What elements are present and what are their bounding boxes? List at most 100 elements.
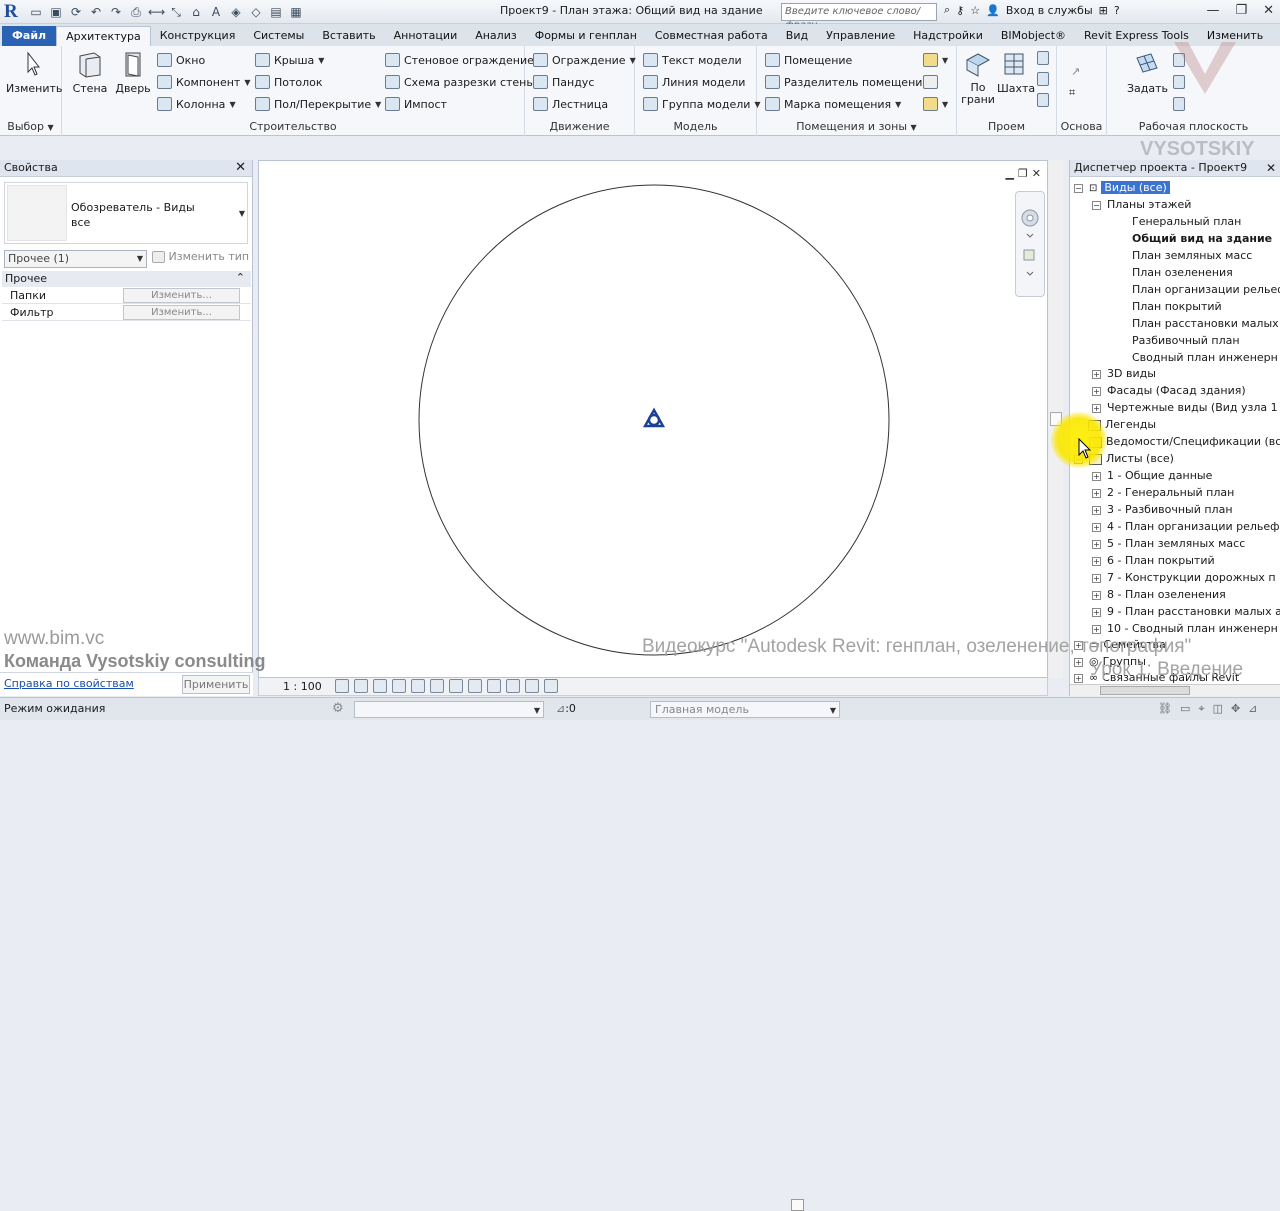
switch-windows-icon[interactable]: ▦ <box>288 4 304 20</box>
tree-item-plan[interactable]: План расстановки малых <box>1132 316 1279 332</box>
tree-node-views[interactable]: − ⊡ Виды (все) <box>1074 180 1170 196</box>
window-button[interactable]: Окно <box>157 51 205 69</box>
revit-logo-icon[interactable]: R <box>4 2 20 22</box>
visual-style-icon[interactable] <box>354 679 368 693</box>
select-pinned-icon[interactable]: ⌖ <box>1198 702 1204 716</box>
tab-view[interactable]: Вид <box>777 26 817 46</box>
tab-annotate[interactable]: Аннотации <box>385 26 467 46</box>
tree-item-sheet[interactable]: +10 - Сводный план инженерн <box>1092 621 1278 637</box>
model-group-button[interactable]: Группа модели ▼ <box>643 95 761 113</box>
area-boundary-button[interactable] <box>923 73 938 91</box>
help-icon[interactable]: ? <box>1114 4 1120 17</box>
tab-bimobject[interactable]: BIMobject® <box>992 26 1075 46</box>
tree-item-plan[interactable]: План покрытий <box>1132 299 1222 315</box>
tab-manage[interactable]: Управление <box>817 26 904 46</box>
model-text-button[interactable]: Текст модели <box>643 51 742 69</box>
area-tag-button[interactable]: ▼ <box>923 95 948 113</box>
sync-icon[interactable]: ⟳ <box>68 4 84 20</box>
by-face-button[interactable]: По грани <box>961 50 995 106</box>
wall-opening-button[interactable] <box>1037 49 1049 67</box>
close-icon[interactable]: ✕ <box>1266 161 1276 175</box>
undo-icon[interactable]: ↶ <box>88 4 104 20</box>
print-icon[interactable]: ⎙ <box>128 4 144 20</box>
wall-button[interactable]: Стена <box>70 50 110 95</box>
lock-3d-icon[interactable] <box>487 679 501 693</box>
level-button[interactable]: ↗ <box>1071 62 1080 80</box>
tab-analyze[interactable]: Анализ <box>466 26 526 46</box>
select-underlay-icon[interactable]: ▭ <box>1180 702 1190 716</box>
redo-icon[interactable]: ↷ <box>108 4 124 20</box>
select-links-icon[interactable]: ⛓ <box>1158 702 1172 716</box>
shaft-button[interactable]: Шахта <box>997 50 1035 95</box>
horizontal-scrollbar[interactable] <box>519 1199 1029 1211</box>
column-button[interactable]: Колонна ▼ <box>157 95 236 113</box>
detail-level-icon[interactable] <box>335 679 349 693</box>
model-line-button[interactable]: Линия модели <box>643 73 745 91</box>
modify-button[interactable]: Изменить <box>6 50 62 95</box>
design-option-select[interactable]: Главная модель ▼ <box>650 701 840 718</box>
close-icon[interactable]: ✕ <box>235 160 246 175</box>
steering-wheel-icon[interactable] <box>1016 192 1044 292</box>
crop-view-icon[interactable] <box>411 679 425 693</box>
minimize-icon[interactable]: — <box>1206 3 1219 18</box>
filter-select-icon[interactable]: ⊿ <box>1248 702 1257 716</box>
tab-collaborate[interactable]: Совместная работа <box>646 26 777 46</box>
tab-insert[interactable]: Вставить <box>313 26 384 46</box>
tree-item-plan-active[interactable]: Общий вид на здание <box>1132 231 1272 247</box>
tree-item-sheet[interactable]: +1 - Общие данные <box>1092 468 1212 484</box>
mullion-button[interactable]: Импост <box>385 95 447 113</box>
properties-help-link[interactable]: Справка по свойствам <box>4 677 134 690</box>
close-icon[interactable]: ✕ <box>1263 3 1274 18</box>
type-selector[interactable]: Обозреватель - Виды все ▼ <box>4 182 248 244</box>
tree-item-sheet[interactable]: +9 - План расстановки малых а <box>1092 604 1280 620</box>
instance-filter-select[interactable]: Прочее (1) ▼ <box>4 250 147 268</box>
tree-node-3d-views[interactable]: +3D виды <box>1092 366 1156 382</box>
ceiling-button[interactable]: Потолок <box>255 73 323 91</box>
analytical-model-icon[interactable] <box>506 679 520 693</box>
curtain-system-button[interactable]: Стеновое ограждение <box>385 51 534 69</box>
tree-node-drafting[interactable]: + Чертежные виды (Вид узла 1 <box>1092 400 1278 416</box>
property-edit-button[interactable]: Изменить... <box>123 288 240 303</box>
scroll-thumb[interactable] <box>791 1199 804 1211</box>
binoculars-icon[interactable]: ⌕ <box>944 3 950 17</box>
tree-item-sheet[interactable]: +2 - Генеральный план <box>1092 485 1234 501</box>
open-icon[interactable]: ▭ <box>28 4 44 20</box>
set-workplane-button[interactable]: Задать <box>1127 50 1168 95</box>
tag-icon[interactable]: ⌂ <box>188 4 204 20</box>
browser-horizontal-scrollbar[interactable] <box>1070 684 1280 696</box>
tab-file[interactable]: Файл <box>2 26 57 46</box>
panel-select-title[interactable]: Выбор ▼ <box>0 120 61 133</box>
highlight-displacement-icon[interactable] <box>525 679 539 693</box>
tree-item-sheet[interactable]: +8 - План озеленения <box>1092 587 1226 603</box>
restore-icon[interactable]: ❐ <box>1235 3 1247 18</box>
search-input[interactable]: Введите ключевое слово/фразу <box>781 3 937 31</box>
filter-icon[interactable]: ⊿ <box>556 702 565 715</box>
room-separator-button[interactable]: Разделитель помещений <box>765 73 930 91</box>
room-tag-button[interactable]: Марка помещения ▼ <box>765 95 901 113</box>
tree-item-sheet[interactable]: +6 - План покрытий <box>1092 553 1215 569</box>
favorites-icon[interactable]: ☆ <box>970 4 980 17</box>
component-button[interactable]: Компонент ▼ <box>157 73 250 91</box>
measure-icon[interactable]: ⟷ <box>148 4 165 20</box>
3d-view-icon[interactable]: ◈ <box>228 4 244 20</box>
tree-item-sheet[interactable]: +7 - Конструкции дорожных п <box>1092 570 1276 586</box>
dimension-icon[interactable]: ⤡ <box>168 4 184 20</box>
tree-item-plan[interactable]: План организации рельеф <box>1132 282 1280 298</box>
text-icon[interactable]: A <box>208 4 224 20</box>
close-hidden-icon[interactable]: ▤ <box>268 4 284 20</box>
drag-elements-icon[interactable]: ✥ <box>1231 702 1240 716</box>
edit-type-button[interactable]: Изменить тип <box>152 250 249 263</box>
save-icon[interactable]: ▣ <box>48 4 64 20</box>
roof-button[interactable]: Крыша ▼ <box>255 51 324 69</box>
reveal-hidden-icon[interactable] <box>468 679 482 693</box>
tab-massing-site[interactable]: Формы и генплан <box>526 26 646 46</box>
shadows-icon[interactable] <box>392 679 406 693</box>
tree-item-plan[interactable]: План земляных масс <box>1132 248 1252 264</box>
select-by-face-icon[interactable]: ◫ <box>1213 702 1223 716</box>
tree-item-sheet[interactable]: +3 - Разбивочный план <box>1092 502 1233 518</box>
subscription-icon[interactable]: ⚷ <box>956 4 964 17</box>
floor-button[interactable]: Пол/Перекрытие ▼ <box>255 95 381 113</box>
grid-button[interactable]: ⌗ <box>1069 84 1075 102</box>
tab-architecture[interactable]: Архитектура <box>56 26 151 46</box>
login-button[interactable]: Вход в службы <box>1006 4 1093 17</box>
